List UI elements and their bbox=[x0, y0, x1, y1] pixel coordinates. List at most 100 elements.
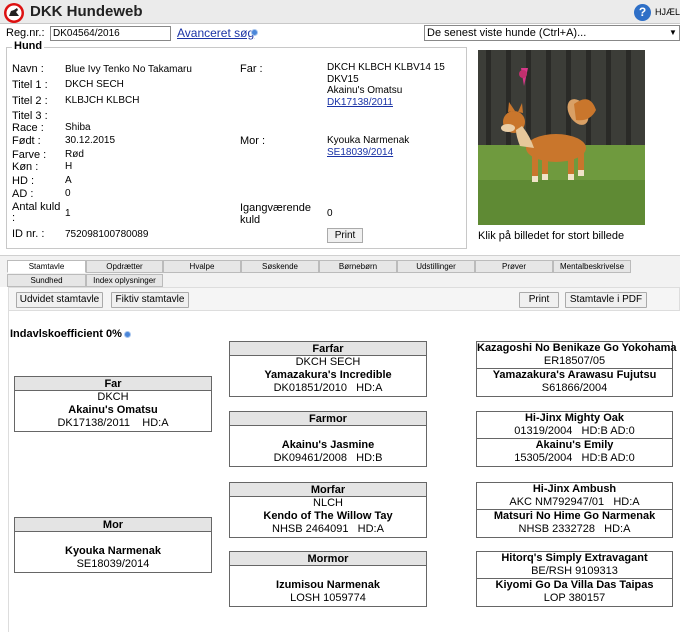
tab-opdraetter[interactable]: Opdrætter bbox=[86, 260, 163, 273]
pedigree-reg: DK09461/2008 bbox=[273, 452, 347, 464]
advanced-search-link[interactable]: Avanceret søg bbox=[177, 26, 254, 40]
tab-udstillinger[interactable]: Udstillinger bbox=[397, 260, 475, 273]
tab-mentalbeskrivelse[interactable]: Mentalbeskrivelse bbox=[553, 260, 631, 273]
pedigree-box-heading: Farfar bbox=[230, 342, 426, 356]
print-button[interactable]: Print bbox=[327, 228, 363, 243]
dog-details-panel bbox=[6, 47, 467, 249]
color-label: Farve : bbox=[12, 149, 47, 161]
sire-name: Akainu's Omatsu bbox=[327, 85, 403, 96]
pedigree-box-heading: Mormor bbox=[230, 552, 426, 566]
pedigree-dog-name: Kyouka Narmenak bbox=[65, 545, 161, 557]
pedigree-ancestor[interactable]: Hitorq's Simply Extravagant BE/RSH 91093… bbox=[477, 552, 672, 578]
pedigree-dam-box[interactable]: Mor Kyouka Narmenak SE18039/2014 bbox=[14, 517, 212, 573]
dog-details-legend: Hund bbox=[12, 40, 45, 52]
pedigree-reg-line: 15305/2004 HD:B AD:0 bbox=[477, 452, 672, 465]
pedigree-dog-name: Izumisou Narmenak bbox=[276, 579, 380, 591]
pedigree-sire-box[interactable]: Far DKCH Akainu's Omatsu DK17138/2011 HD… bbox=[14, 376, 212, 432]
print-pedigree-button[interactable]: Print bbox=[519, 292, 559, 308]
litters-label-colon: : bbox=[12, 212, 16, 224]
pedigree-granddam-paternal-box[interactable]: Farmor Akainu's Jasmine DK09461/2008 HD:… bbox=[229, 411, 427, 467]
pedigree-granddam-maternal-box[interactable]: Mormor Izumisou Narmenak LOSH 1059774 bbox=[229, 551, 427, 607]
pedigree-reg: BE/RSH 9109313 bbox=[531, 565, 618, 577]
pedigree-health: HD:A bbox=[604, 523, 631, 535]
pedigree-reg: LOSH 1059774 bbox=[290, 592, 366, 604]
pedigree-great-grandparents-box-1: Kazagoshi No Benikaze Go Yokohama ER1850… bbox=[476, 341, 677, 397]
pedigree-great-grandparents-box-2: Hi-Jinx Mighty Oak 01319/2004 HD:B AD:0 … bbox=[476, 411, 673, 467]
help-icon[interactable]: ? bbox=[634, 4, 651, 21]
pedigree-dog-name: Kendo of The Willow Tay bbox=[263, 510, 393, 522]
pedigree-dog-name: Hi-Jinx Ambush bbox=[532, 483, 617, 495]
tab-soeskende[interactable]: Søskende bbox=[241, 260, 319, 273]
sire-reg-link[interactable]: DK17138/2011 bbox=[327, 97, 393, 108]
litters-value: 1 bbox=[65, 208, 71, 219]
pedigree-titles bbox=[15, 532, 211, 545]
pedigree-toolbar: Udvidet stamtavle Fiktiv stamtavle Print… bbox=[8, 287, 680, 311]
info-dot-icon[interactable] bbox=[124, 331, 131, 338]
pedigree-reg-line: NHSB 2332728 HD:A bbox=[477, 523, 672, 536]
breed-label: Race : bbox=[12, 122, 44, 134]
inbreeding-coefficient-label: Indavlskoefficient 0% bbox=[10, 328, 122, 340]
ongoing-litters-label-2: kuld bbox=[240, 214, 261, 226]
pedigree-health: HD:A bbox=[142, 417, 169, 429]
pedigree-ancestor[interactable]: Kazagoshi No Benikaze Go Yokohama ER1850… bbox=[477, 342, 677, 368]
pedigree-ancestor[interactable]: Kiyomi Go Da Villa Das Taipas LOP 380157 bbox=[477, 578, 672, 605]
pedigree-health: HD:A bbox=[356, 382, 383, 394]
recent-dogs-select[interactable]: De senest viste hunde (Ctrl+A)... ▼ bbox=[424, 25, 680, 41]
pedigree-grandsire-paternal-box[interactable]: Farfar DKCH SECH Yamazakura's Incredible… bbox=[229, 341, 427, 397]
pedigree-pdf-button[interactable]: Stamtavle i PDF bbox=[565, 292, 647, 308]
tab-proever[interactable]: Prøver bbox=[475, 260, 553, 273]
hd-label: HD : bbox=[12, 175, 34, 187]
pedigree-dog-name: Kazagoshi No Benikaze Go Yokohama bbox=[477, 342, 677, 354]
info-dot-icon[interactable] bbox=[251, 29, 258, 36]
dam-name: Kyouka Narmenak bbox=[327, 135, 410, 146]
pedigree-box-heading: Far bbox=[15, 377, 211, 391]
fictive-pedigree-button[interactable]: Fiktiv stamtavle bbox=[111, 292, 189, 308]
extended-pedigree-button[interactable]: Udvidet stamtavle bbox=[16, 292, 103, 308]
pedigree-health: HD:A bbox=[613, 496, 640, 508]
pedigree-dog-name: Yamazakura's Arawasu Fujutsu bbox=[492, 369, 657, 381]
pedigree-reg-line: 01319/2004 HD:B AD:0 bbox=[477, 425, 672, 438]
pedigree-box-heading: Farmor bbox=[230, 412, 426, 426]
pedigree-grandsire-maternal-box[interactable]: Morfar NLCH Kendo of The Willow Tay NHSB… bbox=[229, 482, 427, 538]
tab-sundhed[interactable]: Sundhed bbox=[7, 274, 86, 287]
pedigree-reg: ER18507/05 bbox=[543, 355, 606, 367]
sire-label: Far : bbox=[240, 63, 263, 75]
pedigree-ancestor[interactable]: Akainu's Emily 15305/2004 HD:B AD:0 bbox=[477, 438, 672, 465]
pedigree-health: HD:B AD:0 bbox=[581, 452, 635, 464]
pedigree-titles bbox=[230, 566, 426, 579]
tab-hvalpe[interactable]: Hvalpe bbox=[163, 260, 241, 273]
pedigree-reg-line: SE18039/2014 bbox=[15, 558, 211, 571]
pedigree-dog-name: Akainu's Jasmine bbox=[281, 439, 375, 451]
pedigree-health: HD:B bbox=[356, 452, 383, 464]
tab-boernebørn[interactable]: Børnebørn bbox=[319, 260, 397, 273]
pedigree-reg-line: DK09461/2008 HD:B bbox=[230, 452, 426, 465]
born-label: Født : bbox=[12, 135, 41, 147]
ongoing-litters-label-1: Igangværende bbox=[240, 202, 311, 214]
pedigree-ancestor[interactable]: Hi-Jinx Mighty Oak 01319/2004 HD:B AD:0 bbox=[477, 412, 672, 438]
chevron-down-icon[interactable]: ▼ bbox=[669, 28, 677, 38]
tab-stamtavle[interactable]: Stamtavle bbox=[7, 260, 86, 273]
photo-caption: Klik på billedet for stort billede bbox=[478, 230, 625, 242]
dkk-logo-icon[interactable] bbox=[3, 2, 25, 24]
sire-titles-1: DKCH KLBCH KLBV14 15 bbox=[327, 62, 445, 73]
title3-label: Titel 3 : bbox=[12, 110, 48, 122]
pedigree-dog-name: Matsuri No Hime Go Narmenak bbox=[493, 510, 656, 522]
pedigree-box-heading: Morfar bbox=[230, 483, 426, 497]
pedigree-titles: DKCH bbox=[97, 391, 129, 403]
name-label: Navn : bbox=[12, 63, 44, 75]
pedigree-ancestor[interactable]: Yamazakura's Arawasu Fujutsu S61866/2004 bbox=[477, 368, 672, 395]
pedigree-reg: NHSB 2332728 bbox=[518, 523, 595, 535]
pedigree-titles: NLCH bbox=[313, 497, 343, 509]
help-label[interactable]: HJÆLP bbox=[655, 7, 680, 17]
dog-photo[interactable] bbox=[478, 50, 645, 225]
sire-titles-2: DKV15 bbox=[327, 74, 359, 85]
dam-label: Mor : bbox=[240, 135, 266, 147]
title1-label: Titel 1 : bbox=[12, 79, 48, 91]
dam-reg-link[interactable]: SE18039/2014 bbox=[327, 147, 393, 158]
regnr-input[interactable] bbox=[50, 26, 171, 41]
pedigree-reg: AKC NM792947/01 bbox=[509, 496, 605, 508]
pedigree-ancestor[interactable]: Hi-Jinx Ambush AKC NM792947/01 HD:A bbox=[477, 483, 672, 509]
recent-dogs-select-value: De senest viste hunde (Ctrl+A)... bbox=[427, 27, 587, 39]
pedigree-ancestor[interactable]: Matsuri No Hime Go Narmenak NHSB 2332728… bbox=[477, 509, 672, 536]
tab-index-oplysninger[interactable]: Index oplysninger bbox=[86, 274, 163, 287]
